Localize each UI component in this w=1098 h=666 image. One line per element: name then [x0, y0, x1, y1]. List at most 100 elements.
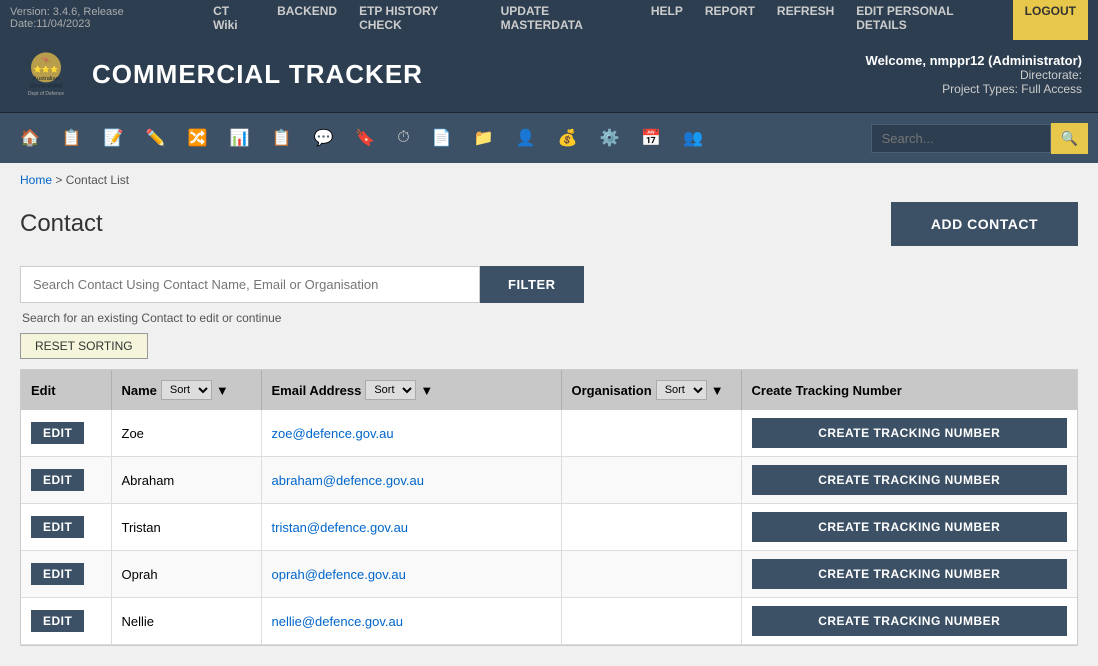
project-types-text: Project Types: Full Access [866, 82, 1082, 96]
contact-search-input[interactable] [20, 266, 480, 303]
org-sort-chevron: ▼ [711, 383, 724, 398]
table-header-row: Edit Name Sort A-Z Z-A ▼ [21, 370, 1077, 410]
folder-icon[interactable]: 📁 [464, 120, 504, 156]
create-tracking-button-4[interactable]: CREATE TRACKING NUMBER [752, 606, 1068, 636]
th-edit: Edit [21, 370, 111, 410]
top-nav: Version: 3.4.6, Release Date:11/04/2023 … [0, 0, 1098, 36]
edit-personal-link[interactable]: EDIT PERSONAL DETAILS [846, 0, 1010, 40]
money-icon[interactable]: 💰 [548, 120, 588, 156]
notes-icon[interactable]: 📝 [94, 120, 134, 156]
th-email: Email Address Sort A-Z Z-A ▼ [261, 370, 561, 410]
name-sort-select[interactable]: Sort A-Z Z-A [161, 380, 212, 400]
email-sort-select[interactable]: Sort A-Z Z-A [365, 380, 416, 400]
app-title-text: COMMERCIAL TRACKER [92, 59, 423, 90]
th-name: Name Sort A-Z Z-A ▼ [111, 370, 261, 410]
etp-history-link[interactable]: ETP HISTORY CHECK [349, 0, 489, 40]
filter-button[interactable]: FILTER [480, 266, 584, 303]
help-link[interactable]: HELP [641, 0, 693, 40]
timer-icon[interactable]: ⏱ [387, 121, 419, 155]
clipboard-icon[interactable]: 📋 [52, 120, 92, 156]
edit-button-2[interactable]: EDIT [31, 516, 84, 538]
reset-sorting-button[interactable]: RESET SORTING [20, 333, 148, 359]
contacts-table: Edit Name Sort A-Z Z-A ▼ [21, 370, 1077, 645]
svg-text:Dept of Defence: Dept of Defence [28, 91, 64, 97]
create-tracking-button-3[interactable]: CREATE TRACKING NUMBER [752, 559, 1068, 589]
organisation-2 [561, 504, 741, 551]
svg-text:🦘: 🦘 [41, 55, 51, 64]
search-bar: 🔍 [871, 123, 1088, 154]
user-icon[interactable]: 👤 [506, 120, 546, 156]
contact-name-1: Abraham [111, 457, 261, 504]
organisation-4 [561, 598, 741, 645]
app-header: 🦘 ⭐⭐⭐ Australian Government Dept of Defe… [0, 36, 1098, 113]
table-row: EDIT Tristan tristan@defence.gov.au CREATE … [21, 504, 1077, 551]
edit-button-1[interactable]: EDIT [31, 469, 84, 491]
bookmark-icon[interactable]: 🔖 [345, 120, 385, 156]
home-icon[interactable]: 🏠 [10, 120, 50, 156]
edit-button-0[interactable]: EDIT [31, 422, 84, 444]
directorate-text: Directorate: [866, 68, 1082, 82]
refresh-link[interactable]: REFRESH [767, 0, 844, 40]
users-icon[interactable]: 👥 [673, 120, 713, 156]
logout-link[interactable]: LOGOUT [1013, 0, 1088, 40]
contact-name-4: Nellie [111, 598, 261, 645]
calendar-icon[interactable]: 📅 [631, 120, 671, 156]
header-right: Welcome, nmppr12 (Administrator) Directo… [866, 53, 1082, 96]
breadcrumb: Home > Contact List [0, 163, 1098, 192]
th-organisation: Organisation Sort A-Z Z-A ▼ [561, 370, 741, 410]
main-content: Contact ADD CONTACT FILTER Search for an… [0, 192, 1098, 666]
organisation-1 [561, 457, 741, 504]
ct-wiki-link[interactable]: CT Wiki [203, 0, 265, 40]
svg-text:Australian: Australian [33, 76, 59, 82]
email-link-4[interactable]: nellie@defence.gov.au [272, 614, 404, 629]
comment-icon[interactable]: 💬 [303, 120, 343, 156]
breadcrumb-home[interactable]: Home [20, 173, 52, 187]
breadcrumb-separator: > [55, 173, 62, 187]
th-tracking: Create Tracking Number [741, 370, 1077, 410]
add-contact-button[interactable]: ADD CONTACT [891, 202, 1078, 246]
search-button[interactable]: 🔍 [1051, 123, 1088, 154]
report-link[interactable]: REPORT [695, 0, 765, 40]
edit-button-4[interactable]: EDIT [31, 610, 84, 632]
top-nav-links: CT Wiki BACKEND ETP HISTORY CHECK UPDATE… [203, 0, 1088, 40]
email-sort-chevron: ▼ [420, 383, 433, 398]
svg-text:Government: Government [30, 83, 62, 89]
email-link-1[interactable]: abraham@defence.gov.au [272, 473, 424, 488]
create-tracking-button-2[interactable]: CREATE TRACKING NUMBER [752, 512, 1068, 542]
contact-name-2: Tristan [111, 504, 261, 551]
backend-link[interactable]: BACKEND [267, 0, 347, 40]
page-title: Contact [20, 210, 103, 238]
document-icon[interactable]: 📄 [422, 120, 462, 156]
create-tracking-button-0[interactable]: CREATE TRACKING NUMBER [752, 418, 1068, 448]
create-tracking-button-1[interactable]: CREATE TRACKING NUMBER [752, 465, 1068, 495]
search-section: FILTER Search for an existing Contact to… [20, 266, 1078, 359]
contacts-tbody: EDIT Zoe zoe@defence.gov.au CREATE TRACKING… [21, 410, 1077, 645]
breadcrumb-current: Contact List [66, 173, 129, 187]
name-sort-chevron: ▼ [216, 383, 229, 398]
page-header: Contact ADD CONTACT [20, 202, 1078, 246]
edit-icon[interactable]: ✏️ [136, 120, 176, 156]
header-left: 🦘 ⭐⭐⭐ Australian Government Dept of Defe… [16, 44, 423, 104]
settings-icon[interactable]: ⚙️ [589, 120, 629, 156]
search-hint: Search for an existing Contact to edit o… [20, 311, 1078, 325]
version-text: Version: 3.4.6, Release Date:11/04/2023 [10, 6, 203, 30]
table-row: EDIT Zoe zoe@defence.gov.au CREATE TRACKING… [21, 410, 1077, 457]
search-input[interactable] [871, 124, 1051, 153]
chart-icon[interactable]: 📊 [220, 120, 260, 156]
search-row: FILTER [20, 266, 1078, 303]
email-link-3[interactable]: oprah@defence.gov.au [272, 567, 406, 582]
table-row: EDIT Abraham abraham@defence.gov.au CREATE … [21, 457, 1077, 504]
org-sort-select[interactable]: Sort A-Z Z-A [656, 380, 707, 400]
contacts-table-container: Edit Name Sort A-Z Z-A ▼ [20, 369, 1078, 646]
gov-logo: 🦘 ⭐⭐⭐ Australian Government Dept of Defe… [16, 44, 76, 104]
email-link-2[interactable]: tristan@defence.gov.au [272, 520, 409, 535]
icon-nav: 🏠 📋 📝 ✏️ 🔀 📊 📋 💬 🔖 ⏱ 📄 📁 👤 💰 ⚙️ 📅 👥 🔍 [0, 113, 1098, 163]
update-masterdata-link[interactable]: UPDATE MASTERDATA [491, 0, 639, 40]
list-icon[interactable]: 📋 [262, 120, 302, 156]
email-link-0[interactable]: zoe@defence.gov.au [272, 426, 394, 441]
edit-button-3[interactable]: EDIT [31, 563, 84, 585]
shuffle-icon[interactable]: 🔀 [178, 120, 218, 156]
organisation-0 [561, 410, 741, 457]
contact-name-0: Zoe [111, 410, 261, 457]
welcome-text: Welcome, nmppr12 (Administrator) [866, 53, 1082, 68]
